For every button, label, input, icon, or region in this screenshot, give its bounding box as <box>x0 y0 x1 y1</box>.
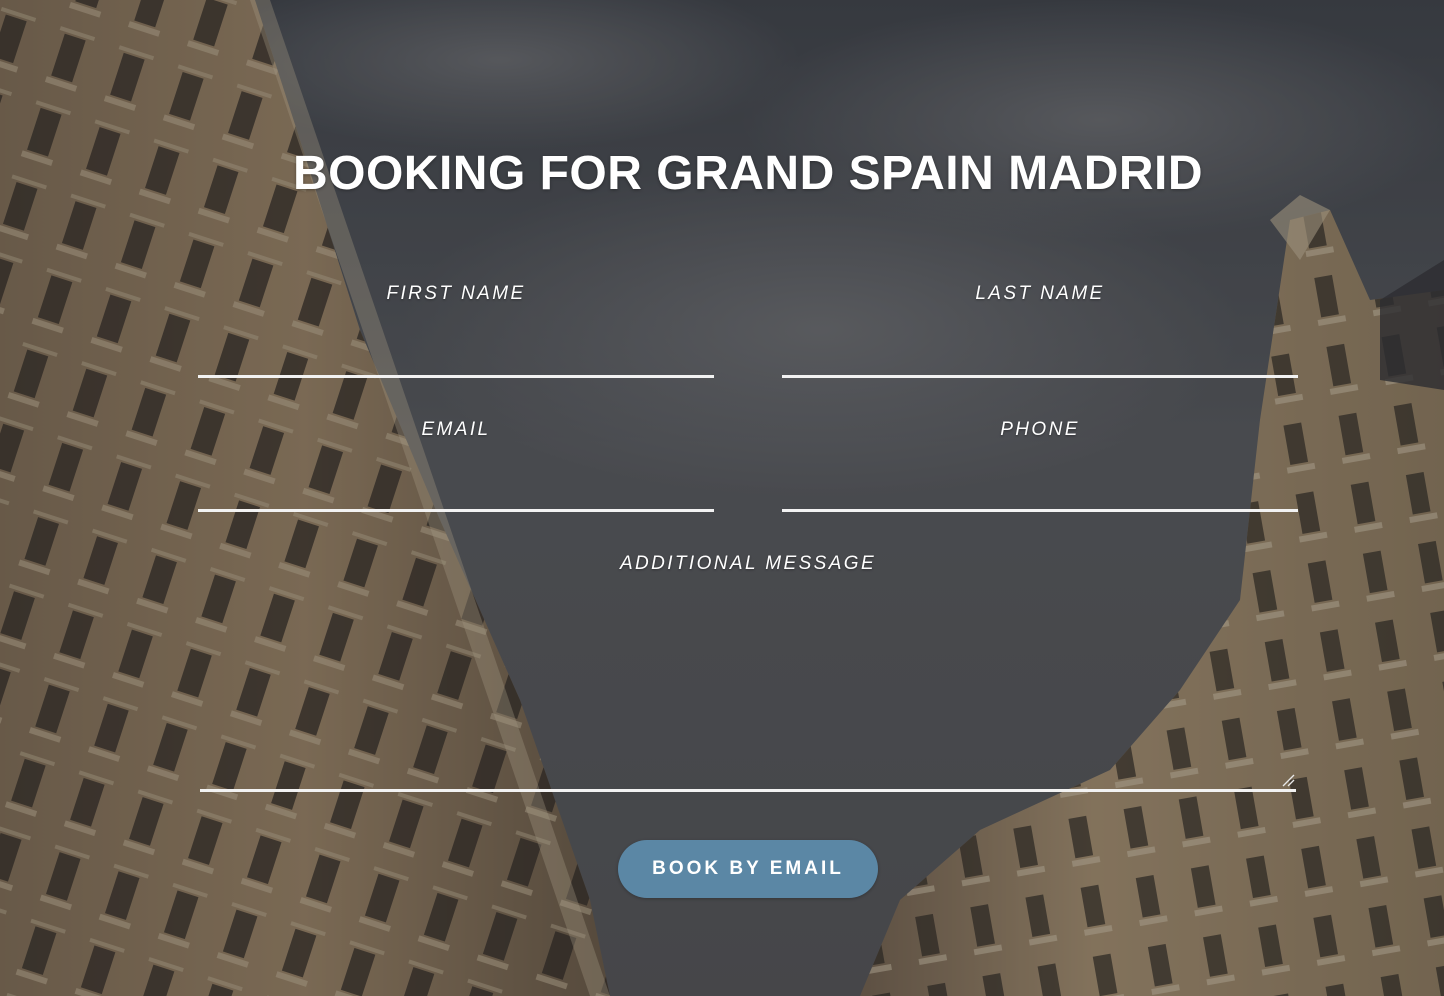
last-name-label: LAST NAME <box>975 283 1105 304</box>
additional-message-label: ADDITIONAL MESSAGE <box>619 553 877 574</box>
booking-page: BOOKING FOR GRAND SPAIN MADRID FIRST NAM… <box>0 0 1444 996</box>
book-by-email-button[interactable]: BOOK BY EMAIL <box>618 840 878 898</box>
email-input[interactable] <box>198 454 714 512</box>
resize-grip-icon[interactable] <box>1281 773 1295 787</box>
additional-message-textarea[interactable] <box>200 592 1296 792</box>
phone-input[interactable] <box>782 454 1298 512</box>
email-label: EMAIL <box>421 419 491 440</box>
first-name-input[interactable] <box>198 320 714 378</box>
phone-label: PHONE <box>1000 419 1080 440</box>
first-name-label: FIRST NAME <box>386 283 526 304</box>
last-name-input[interactable] <box>782 320 1298 378</box>
page-title: BOOKING FOR GRAND SPAIN MADRID <box>292 147 1204 200</box>
booking-form: BOOKING FOR GRAND SPAIN MADRID FIRST NAM… <box>0 0 1444 996</box>
